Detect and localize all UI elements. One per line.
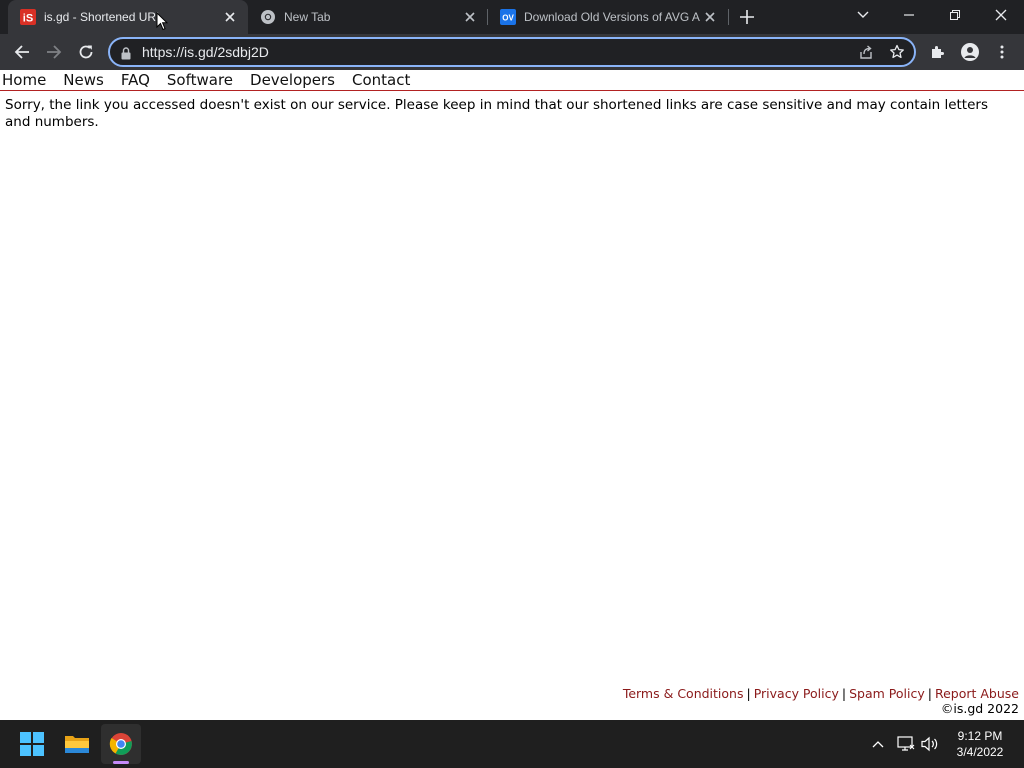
mouse-cursor-icon (156, 12, 168, 31)
tab-title: New Tab (284, 10, 331, 24)
footer-link-spam[interactable]: Spam Policy (849, 686, 925, 701)
close-tab-icon[interactable] (222, 9, 238, 25)
volume-button[interactable] (918, 732, 942, 756)
show-hidden-icons-button[interactable] (866, 732, 890, 756)
footer-separator: | (927, 686, 932, 701)
back-arrow-icon (14, 45, 29, 59)
tab-strip: iS is.gd - Shortened URL New Tab OV Down… (0, 0, 1024, 34)
chevron-down-icon (857, 11, 869, 18)
kebab-menu-icon (1000, 45, 1004, 59)
error-message: Sorry, the link you accessed doesn't exi… (5, 97, 988, 130)
forward-arrow-icon (47, 45, 62, 59)
close-tab-icon[interactable] (702, 9, 718, 25)
tab-isgd[interactable]: iS is.gd - Shortened URL (8, 0, 248, 34)
new-tab-button[interactable] (737, 7, 757, 27)
plus-icon (740, 10, 754, 24)
tab-avg-download[interactable]: OV Download Old Versions of AVG A (488, 0, 728, 34)
isgd-favicon: iS (20, 9, 36, 25)
taskbar-clock[interactable]: 9:12 PM 3/4/2022 (946, 728, 1014, 760)
forward-button[interactable] (40, 38, 68, 66)
restore-button[interactable] (932, 0, 978, 30)
footer-separator: | (841, 686, 847, 701)
taskbar: 9:12 PM 3/4/2022 (0, 720, 1024, 768)
chrome-icon (109, 733, 132, 755)
tab-title: is.gd - Shortened URL (44, 10, 163, 24)
extensions-button[interactable] (928, 42, 948, 62)
profile-avatar-icon (961, 43, 979, 61)
address-bar[interactable]: https://is.gd/2sdbj2D (108, 37, 916, 67)
isgd-favicon-text: iS (23, 13, 33, 25)
minimize-button[interactable] (886, 0, 932, 30)
nav-link-home[interactable]: Home (2, 70, 46, 90)
browser-toolbar: https://is.gd/2sdbj2D (0, 34, 1024, 70)
windows-start-icon (20, 732, 44, 756)
page-content: Home News FAQ Software Developers Contac… (0, 70, 1024, 720)
file-explorer-icon (65, 736, 89, 753)
footer-link-terms[interactable]: Terms & Conditions (623, 686, 744, 701)
tab-separator (728, 9, 729, 25)
tab-new-tab[interactable]: New Tab (248, 0, 488, 34)
close-icon (995, 9, 1007, 21)
chrome-icon (260, 9, 276, 25)
close-window-button[interactable] (978, 0, 1024, 30)
nav-link-news[interactable]: News (63, 70, 104, 90)
ov-favicon-text: OV (502, 14, 514, 23)
nav-link-faq[interactable]: FAQ (121, 70, 150, 90)
puzzle-icon (932, 46, 944, 58)
network-button[interactable] (894, 732, 918, 756)
site-nav: Home News FAQ Software Developers Contac… (0, 70, 1024, 91)
reload-icon (79, 45, 93, 59)
active-app-indicator (113, 761, 129, 764)
nav-link-software[interactable]: Software (167, 70, 233, 90)
start-button[interactable] (12, 724, 52, 764)
lock-icon[interactable] (121, 45, 131, 64)
copyright-text: ©is.gd 2022 (940, 701, 1019, 716)
site-footer: Terms & Conditions | Privacy Policy | Spam P… (623, 686, 1019, 716)
footer-links: Terms & Conditions | Privacy Policy | Spam P… (623, 686, 1019, 701)
network-icon (897, 736, 915, 751)
menu-button[interactable] (992, 42, 1012, 62)
file-explorer-button[interactable] (57, 724, 97, 764)
share-icon[interactable] (858, 44, 874, 64)
url-text[interactable]: https://is.gd/2sdbj2D (142, 44, 269, 60)
tab-search-button[interactable] (840, 0, 886, 30)
footer-link-report-abuse[interactable]: Report Abuse (935, 686, 1019, 701)
clock-time: 9:12 PM (957, 729, 1003, 743)
clock-date: 3/4/2022 (956, 745, 1004, 759)
tab-title: Download Old Versions of AVG A (524, 10, 700, 24)
minimize-icon (904, 14, 914, 16)
chrome-taskbar-button[interactable] (101, 724, 141, 764)
nav-link-contact[interactable]: Contact (352, 70, 410, 90)
back-button[interactable] (8, 38, 36, 66)
ov-favicon: OV (500, 9, 516, 25)
profile-button[interactable] (960, 42, 980, 62)
close-tab-icon[interactable] (462, 9, 478, 25)
restore-icon (950, 10, 960, 20)
footer-separator: | (746, 686, 751, 701)
footer-link-privacy[interactable]: Privacy Policy (754, 686, 839, 701)
nav-link-developers[interactable]: Developers (250, 70, 335, 90)
chevron-up-icon (872, 741, 884, 748)
bookmark-star-icon[interactable] (889, 44, 905, 64)
speaker-icon (921, 736, 938, 752)
reload-button[interactable] (72, 38, 100, 66)
